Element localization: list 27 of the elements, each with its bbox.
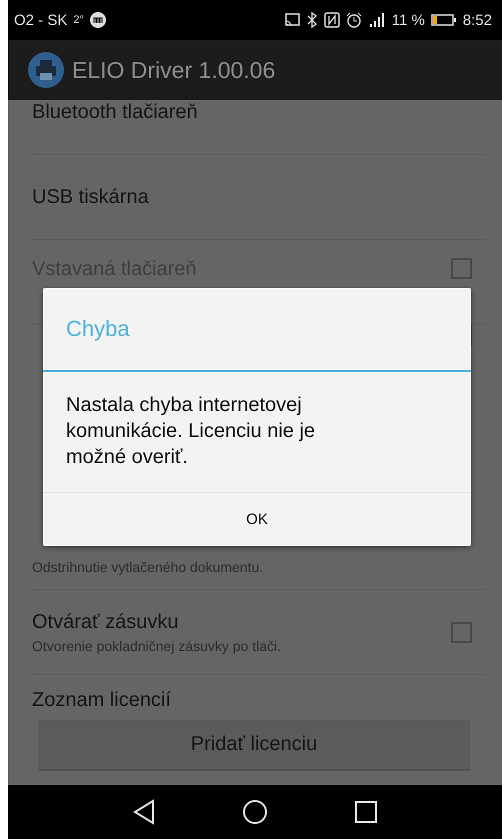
nfc-icon — [324, 12, 340, 28]
setting-summary: Odstrihnutie vytlačeného dokumentu. — [32, 559, 264, 575]
setting-title[interactable]: Otvárať zásuvku — [32, 610, 282, 634]
clock-time: 8:52 — [462, 12, 492, 28]
back-icon[interactable] — [133, 799, 155, 825]
checkbox[interactable] — [451, 622, 472, 642]
printer-icon — [28, 52, 64, 88]
add-license-button[interactable]: Pridať licenciu — [38, 720, 470, 771]
signal-icon — [368, 12, 386, 28]
ok-button[interactable]: OK — [43, 493, 471, 546]
dialog-message: Nastala chyba internetovej komunikácie. Licenciu nie je možné overiť. — [43, 372, 471, 493]
app-title: ELIO Driver 1.00.06 — [72, 56, 276, 84]
alarm-icon — [346, 12, 362, 28]
recents-icon[interactable] — [355, 801, 377, 823]
setting-title[interactable]: Bluetooth tlačiareň — [32, 100, 198, 124]
temperature: 2° — [73, 14, 84, 26]
battery-icon — [430, 12, 457, 28]
m-circle-icon — [90, 12, 106, 28]
setting-summary: Otvorenie pokladničnej zásuvky po tlači. — [32, 638, 282, 654]
dialog-title: Chyba — [43, 288, 471, 372]
cast-icon — [284, 12, 300, 28]
bluetooth-icon — [306, 12, 318, 28]
setting-title[interactable]: USB tiskárna — [32, 186, 149, 208]
home-icon[interactable] — [243, 800, 267, 824]
battery-percent: 11 % — [392, 12, 425, 28]
section-header: Zoznam licencií — [32, 688, 172, 712]
carrier-name: O2 - SK — [14, 12, 68, 28]
